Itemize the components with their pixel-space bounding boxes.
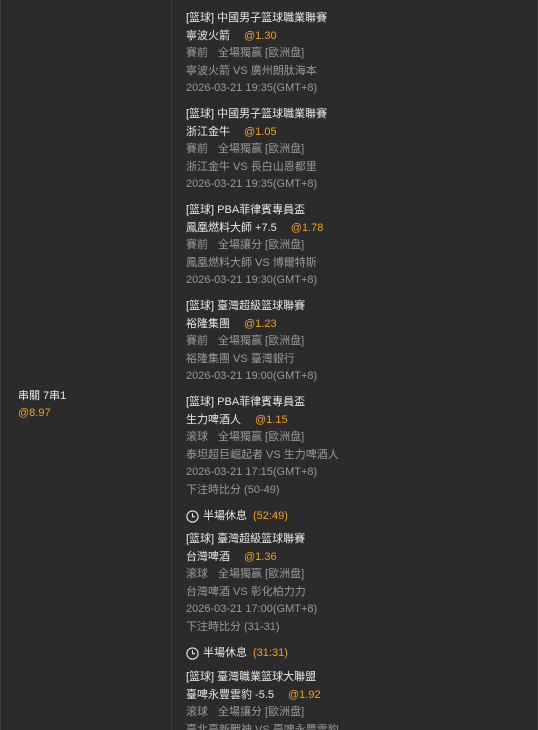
period-label: 滚球 <box>186 431 208 443</box>
market-row: 滚球 全場獨赢 [歐洲盘] <box>186 429 339 447</box>
selection-row: 生力啤酒人 @1.15 <box>186 412 339 430</box>
market-label: 全場獨赢 [歐洲盘] <box>218 47 305 59</box>
match-time: 2026-03-21 19:35(GMT+8) <box>186 82 318 94</box>
market-row: 賽前 全場獨赢 [歐洲盘] <box>186 141 327 159</box>
market-label: 全場讓分 [歐洲盘] <box>218 239 305 251</box>
selection-name: 裕隆集團 <box>186 317 230 330</box>
market-label: 全場獨赢 [歐洲盘] <box>218 143 305 155</box>
match-name: 寧波火箭 VS 廣州朗肽海本 <box>186 64 317 77</box>
selection-name: 鳳凰燃料大師 +7.5 <box>186 221 277 234</box>
live-score: (31:31) <box>253 647 288 659</box>
bet-score: 下注時比分 (31-31) <box>186 620 280 633</box>
bet-leg: [篮球] PBA菲律賓專員盃 鳳凰燃料大師 +7.5 @1.78 賽前 全場讓分 [… <box>186 202 323 290</box>
market-row: 賽前 全場獨赢 [歐洲盘] <box>186 333 317 351</box>
bet-leg: [篮球] 臺灣職業篮球大聯盟 臺啤永豐雲豹 -5.5 @1.92 滚球 全場讓分 [… <box>186 669 339 730</box>
status-label: 半場休息 <box>203 510 247 522</box>
market-row: 賽前 全場讓分 [歐洲盘] <box>186 237 323 255</box>
match-name: 臺北臺新戰神 VS 臺啤永豐雲豹 <box>186 723 339 730</box>
period-label: 滚球 <box>186 568 208 580</box>
match-time: 2026-03-21 19:00(GMT+8) <box>186 370 318 382</box>
match-time: 2026-03-21 17:15(GMT+8) <box>186 466 318 478</box>
selection-odds: @1.78 <box>290 221 324 234</box>
market-row: 賽前 全場獨赢 [歐洲盘] <box>186 45 327 63</box>
bet-leg: [篮球] 臺灣超級篮球聯賽 裕隆集團 @1.23 賽前 全場獨赢 [歐洲盘] 裕隆集… <box>186 298 317 386</box>
selection-row: 寧波火箭 @1.30 <box>186 28 327 46</box>
bet-detail-panel: 串關 7串1 @8.97 [篮球] 中國男子篮球職業聯賽 寧波火箭 @1.30 賽… <box>0 0 538 730</box>
market-label: 全場獨赢 [歐洲盘] <box>218 568 305 580</box>
league-name: [篮球] PBA菲律賓專員盃 <box>186 204 306 216</box>
league-name: [篮球] 臺灣職業篮球大聯盟 <box>186 671 317 683</box>
selection-row: 臺啤永豐雲豹 -5.5 @1.92 <box>186 687 339 705</box>
selection-name: 生力啤酒人 <box>186 413 241 426</box>
clock-icon <box>186 509 199 523</box>
clock-icon <box>186 646 199 660</box>
selection-name: 寧波火箭 <box>186 29 230 42</box>
league-name: [篮球] 中國男子篮球職業聯賽 <box>186 12 328 24</box>
league-name: [篮球] PBA菲律賓專員盃 <box>186 396 306 408</box>
selection-name: 台灣啤酒 <box>186 550 230 563</box>
selection-odds: @1.05 <box>244 125 277 138</box>
bet-type: 串關 7串1 <box>18 390 67 402</box>
selection-odds: @1.23 <box>244 317 277 330</box>
selection-row: 鳳凰燃料大師 +7.5 @1.78 <box>186 220 323 238</box>
league-name: [篮球] 臺灣超級篮球聯賽 <box>186 533 306 545</box>
period-label: 賽前 <box>186 239 208 251</box>
market-label: 全場獨赢 [歐洲盘] <box>218 335 305 347</box>
period-label: 賽前 <box>186 143 208 155</box>
selection-odds: @1.15 <box>255 413 288 426</box>
bet-leg: [篮球] 中國男子篮球職業聯賽 浙江金牛 @1.05 賽前 全場獨赢 [歐洲盘] 浙… <box>186 106 327 194</box>
match-time: 2026-03-21 19:30(GMT+8) <box>186 274 318 286</box>
match-time: 2026-03-21 17:00(GMT+8) <box>186 603 318 615</box>
match-name: 鳳凰燃料大師 VS 博爾特斯 <box>186 256 317 269</box>
selection-row: 裕隆集團 @1.23 <box>186 316 317 334</box>
period-label: 賽前 <box>186 335 208 347</box>
league-name: [篮球] 臺灣超級篮球聯賽 <box>186 300 306 312</box>
bet-leg: [篮球] 臺灣超級篮球聯賽 台灣啤酒 @1.36 滚球 全場獨赢 [歐洲盘] 台灣啤… <box>186 531 317 636</box>
match-time: 2026-03-21 19:35(GMT+8) <box>186 178 318 190</box>
live-status: 半場休息 (52:49) <box>186 508 288 524</box>
bet-score: 下注時比分 (50-49) <box>186 483 280 496</box>
selection-row: 浙江金牛 @1.05 <box>186 124 327 142</box>
market-label: 全場獨赢 [歐洲盘] <box>218 431 305 443</box>
match-name: 裕隆集團 VS 臺灣銀行 <box>186 352 295 365</box>
bet-leg: [篮球] 中國男子篮球職業聯賽 寧波火箭 @1.30 賽前 全場獨赢 [歐洲盘] 寧… <box>186 10 327 98</box>
match-name: 浙江金牛 VS 長白山恩都里 <box>186 160 317 173</box>
live-score: (52:49) <box>253 510 288 522</box>
bet-summary: 串關 7串1 @8.97 <box>18 388 66 422</box>
match-name: 台灣啤酒 VS 彰化柏力力 <box>186 585 306 598</box>
selection-odds: @1.36 <box>244 550 277 563</box>
market-row: 滚球 全場獨赢 [歐洲盘] <box>186 566 317 584</box>
selection-odds: @1.30 <box>244 29 277 42</box>
bet-legs-column: [篮球] 中國男子篮球職業聯賽 寧波火箭 @1.30 賽前 全場獨赢 [歐洲盘] 寧… <box>173 0 537 730</box>
total-odds: @8.97 <box>18 407 51 419</box>
match-name: 泰坦超巨崛起者 VS 生力啤酒人 <box>186 448 339 461</box>
bet-leg: [篮球] PBA菲律賓專員盃 生力啤酒人 @1.15 滚球 全場獨赢 [歐洲盘] 泰… <box>186 394 339 499</box>
market-row: 滚球 全場讓分 [歐洲盘] <box>186 704 339 722</box>
bet-summary-column: 串關 7串1 @8.97 <box>2 0 172 730</box>
status-label: 半場休息 <box>203 647 247 659</box>
market-label: 全場讓分 [歐洲盘] <box>218 706 305 718</box>
selection-name: 浙江金牛 <box>186 125 230 138</box>
league-name: [篮球] 中國男子篮球職業聯賽 <box>186 108 328 120</box>
period-label: 賽前 <box>186 47 208 59</box>
selection-row: 台灣啤酒 @1.36 <box>186 549 317 567</box>
period-label: 滚球 <box>186 706 208 718</box>
selection-name: 臺啤永豐雲豹 -5.5 <box>186 688 275 701</box>
live-status: 半場休息 (31:31) <box>186 645 288 661</box>
selection-odds: @1.92 <box>288 688 321 701</box>
